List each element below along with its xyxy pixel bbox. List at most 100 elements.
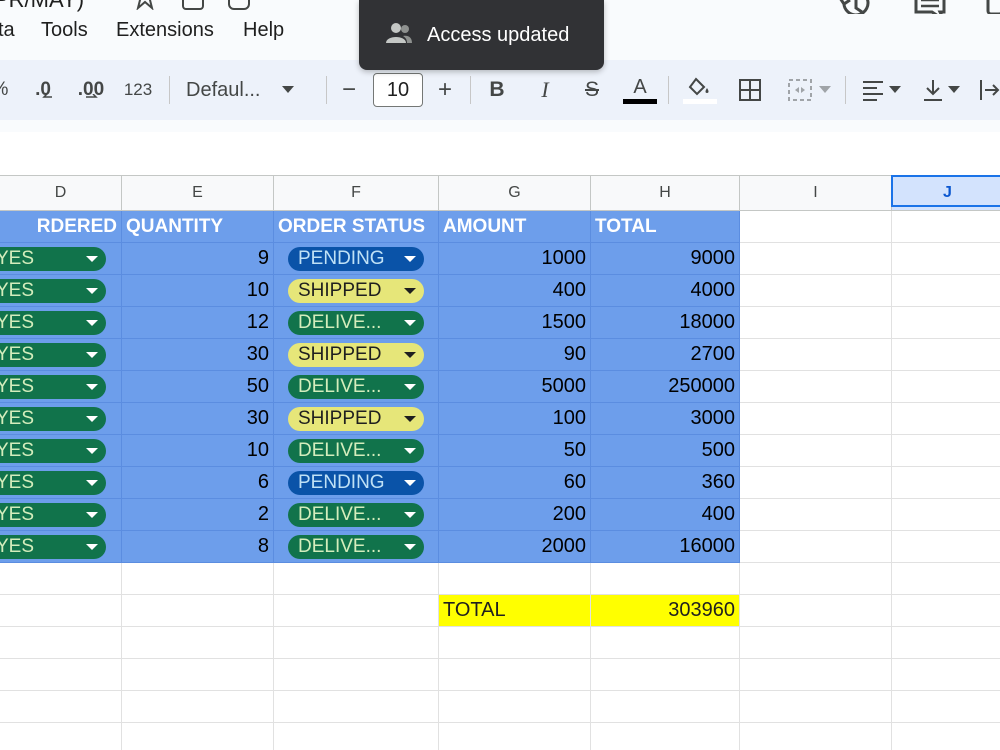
header-cell-g[interactable]: AMOUNT [439, 211, 591, 243]
table-cell[interactable] [439, 723, 591, 750]
table-cell[interactable] [274, 595, 439, 627]
order-status-dropdown-chip[interactable]: DELIVE... [288, 374, 424, 399]
move-to-folder-icon[interactable] [182, 0, 204, 10]
order-status-cell[interactable]: SHIPPED [274, 275, 439, 307]
order-status-cell[interactable]: SHIPPED [274, 403, 439, 435]
text-color-button[interactable]: A [622, 60, 658, 120]
header-cell-h[interactable]: TOTAL [591, 211, 740, 243]
quantity-cell[interactable]: 10 [122, 275, 274, 307]
font-family-select[interactable]: Defaul... [186, 60, 310, 120]
table-cell[interactable] [892, 467, 1000, 499]
table-cell[interactable] [591, 691, 740, 723]
table-cell[interactable] [122, 659, 274, 691]
order-status-dropdown-chip[interactable]: DELIVE... [288, 310, 424, 335]
table-cell[interactable] [591, 563, 740, 595]
ordered-cell[interactable]: YES [0, 467, 122, 499]
ordered-cell[interactable]: YES [0, 403, 122, 435]
ordered-dropdown-chip[interactable]: YES [0, 438, 106, 463]
table-cell[interactable] [0, 627, 122, 659]
order-status-cell[interactable]: DELIVE... [274, 435, 439, 467]
table-cell[interactable] [122, 691, 274, 723]
ordered-cell[interactable]: YES [0, 499, 122, 531]
table-cell[interactable] [591, 659, 740, 691]
grand-total-value[interactable]: 303960 [591, 595, 740, 627]
ordered-dropdown-chip[interactable]: YES [0, 374, 106, 399]
table-cell[interactable] [122, 627, 274, 659]
total-cell[interactable]: 9000 [591, 243, 740, 275]
table-cell[interactable] [0, 563, 122, 595]
table-cell[interactable] [439, 659, 591, 691]
grand-total-label[interactable]: TOTAL [439, 595, 591, 627]
column-header-i[interactable]: I [740, 175, 892, 211]
table-cell[interactable] [274, 723, 439, 750]
order-status-dropdown-chip[interactable]: DELIVE... [288, 534, 424, 559]
table-cell[interactable] [892, 403, 1000, 435]
table-cell[interactable] [740, 691, 892, 723]
table-cell[interactable] [892, 691, 1000, 723]
total-cell[interactable]: 3000 [591, 403, 740, 435]
table-cell[interactable] [892, 563, 1000, 595]
table-cell[interactable] [740, 723, 892, 750]
amount-cell[interactable]: 2000 [439, 531, 591, 563]
ordered-cell[interactable]: YES [0, 243, 122, 275]
total-cell[interactable]: 2700 [591, 339, 740, 371]
table-cell[interactable] [591, 627, 740, 659]
table-cell[interactable] [892, 723, 1000, 750]
table-cell[interactable] [274, 563, 439, 595]
column-header-d[interactable]: D [0, 175, 122, 211]
ordered-dropdown-chip[interactable]: YES [0, 342, 106, 367]
decrease-font-size-button[interactable]: − [336, 60, 362, 120]
merge-cells-button[interactable] [784, 60, 834, 120]
table-cell[interactable] [0, 659, 122, 691]
menu-data[interactable]: ta [0, 19, 15, 42]
table-cell[interactable] [591, 723, 740, 750]
total-cell[interactable]: 4000 [591, 275, 740, 307]
quantity-cell[interactable]: 12 [122, 307, 274, 339]
table-cell[interactable] [892, 211, 1000, 243]
menu-help[interactable]: Help [243, 19, 284, 42]
order-status-dropdown-chip[interactable]: PENDING [288, 246, 424, 271]
menu-tools[interactable]: Tools [41, 19, 88, 42]
ordered-dropdown-chip[interactable]: YES [0, 534, 106, 559]
table-cell[interactable] [892, 435, 1000, 467]
column-header-e[interactable]: E [122, 175, 274, 211]
horizontal-align-button[interactable] [856, 60, 906, 120]
order-status-dropdown-chip[interactable]: DELIVE... [288, 502, 424, 527]
column-header-g[interactable]: G [439, 175, 591, 211]
table-cell[interactable] [740, 371, 892, 403]
ordered-cell[interactable]: YES [0, 339, 122, 371]
quantity-cell[interactable]: 30 [122, 339, 274, 371]
table-cell[interactable] [892, 243, 1000, 275]
table-cell[interactable] [892, 627, 1000, 659]
ordered-dropdown-chip[interactable]: YES [0, 278, 106, 303]
order-status-cell[interactable]: DELIVE... [274, 371, 439, 403]
header-cell-f[interactable]: ORDER STATUS [274, 211, 439, 243]
more-formats-button[interactable]: 123 [120, 60, 156, 120]
table-cell[interactable] [740, 499, 892, 531]
order-status-dropdown-chip[interactable]: SHIPPED [288, 342, 424, 367]
text-wrapping-button[interactable] [978, 60, 1000, 120]
table-cell[interactable] [740, 659, 892, 691]
ordered-dropdown-chip[interactable]: YES [0, 310, 106, 335]
table-cell[interactable] [892, 595, 1000, 627]
ordered-cell[interactable]: YES [0, 435, 122, 467]
ordered-cell[interactable]: YES [0, 275, 122, 307]
total-cell[interactable]: 360 [591, 467, 740, 499]
ordered-dropdown-chip[interactable]: YES [0, 502, 106, 527]
amount-cell[interactable]: 5000 [439, 371, 591, 403]
quantity-cell[interactable]: 8 [122, 531, 274, 563]
menu-extensions[interactable]: Extensions [116, 19, 214, 42]
amount-cell[interactable]: 50 [439, 435, 591, 467]
amount-cell[interactable]: 1500 [439, 307, 591, 339]
amount-cell[interactable]: 60 [439, 467, 591, 499]
table-cell[interactable] [122, 723, 274, 750]
header-cell-d[interactable]: RDERED [0, 211, 122, 243]
quantity-cell[interactable]: 9 [122, 243, 274, 275]
ordered-cell[interactable]: YES [0, 371, 122, 403]
table-cell[interactable] [892, 275, 1000, 307]
quantity-cell[interactable]: 10 [122, 435, 274, 467]
table-cell[interactable] [892, 531, 1000, 563]
table-cell[interactable] [892, 371, 1000, 403]
table-cell[interactable] [122, 563, 274, 595]
table-cell[interactable] [0, 595, 122, 627]
